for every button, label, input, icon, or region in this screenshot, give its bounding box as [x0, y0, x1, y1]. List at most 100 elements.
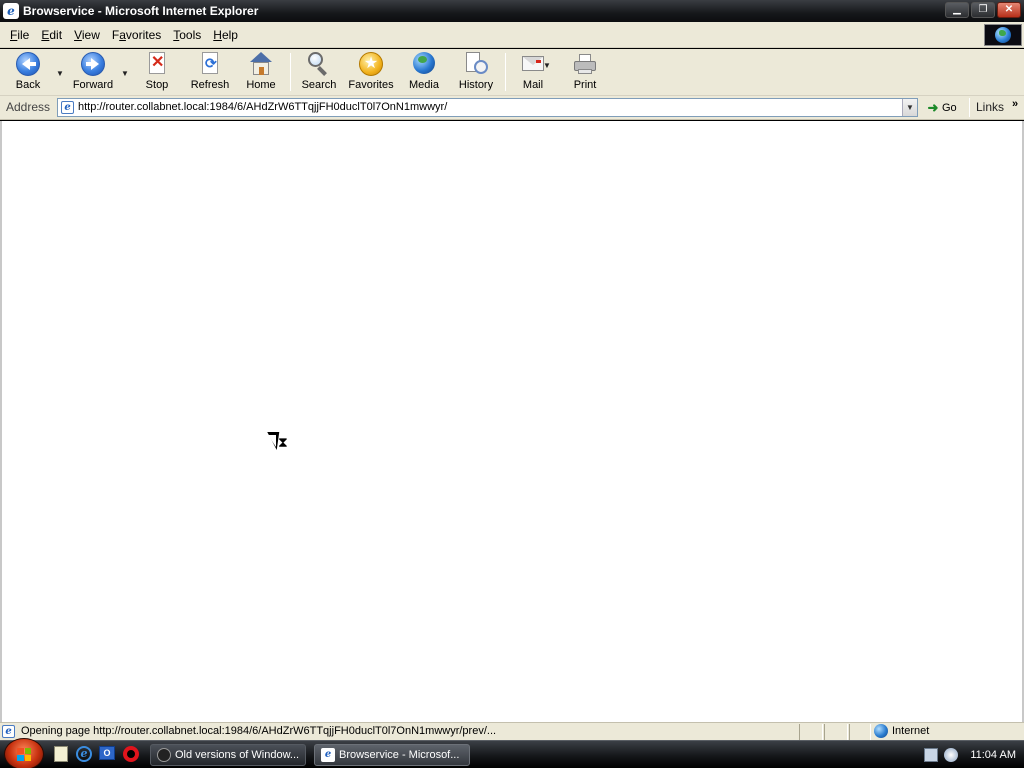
- menu-view-accel: V: [74, 27, 82, 42]
- window-title: Browservice - Microsoft Internet Explore…: [23, 4, 259, 18]
- page-content[interactable]: ⧗: [0, 121, 1024, 722]
- menu-help-label: elp: [221, 27, 238, 42]
- home-button[interactable]: Home: [245, 51, 277, 93]
- ie-app-icon[interactable]: e: [3, 3, 19, 19]
- close-button[interactable]: ✕: [997, 2, 1021, 18]
- windows-throbber-logo: [984, 24, 1022, 46]
- links-separator: [969, 98, 970, 117]
- address-url[interactable]: http://router.collabnet.local:1984/6/AHd…: [78, 101, 447, 113]
- home-icon: [247, 51, 275, 77]
- print-button[interactable]: Print: [570, 51, 600, 93]
- mail-label: Mail: [522, 79, 544, 91]
- mail-dropdown-icon[interactable]: ▼: [543, 61, 551, 70]
- busy-cursor-icon: ⧗: [264, 432, 292, 454]
- media-label: Media: [409, 79, 439, 91]
- history-label: History: [458, 79, 494, 91]
- favorites-button[interactable]: ★ Favorites: [346, 51, 396, 93]
- hourglass-icon: ⧗: [278, 434, 288, 450]
- home-label: Home: [246, 79, 276, 91]
- chevron-right-icon[interactable]: »: [1012, 98, 1018, 110]
- back-dropdown-icon[interactable]: ▼: [56, 69, 64, 78]
- forward-label: Forward: [72, 79, 114, 91]
- go-label: Go: [942, 101, 957, 114]
- taskbar-item-browservice[interactable]: e Browservice - Microsof...: [314, 744, 470, 766]
- menu-view-label: iew: [81, 27, 100, 42]
- menu-favorites-accel: a: [119, 27, 126, 42]
- security-zone[interactable]: Internet: [874, 724, 929, 738]
- window-controls: ▁ ❐ ✕: [945, 2, 1021, 18]
- history-button[interactable]: History: [456, 51, 496, 93]
- refresh-icon: ⟳: [196, 51, 224, 77]
- menu-favorites[interactable]: Favorites: [106, 28, 167, 42]
- go-arrow-icon: ➜: [927, 99, 939, 115]
- go-button[interactable]: ➜ Go: [926, 98, 957, 117]
- links-button[interactable]: Links: [976, 100, 1004, 114]
- menu-file-label: ile: [17, 27, 30, 42]
- menu-view[interactable]: View: [68, 28, 106, 42]
- page-icon: e: [61, 101, 74, 114]
- taskbar-item-label: Browservice - Microsof...: [339, 749, 460, 761]
- back-button[interactable]: Back: [8, 51, 48, 93]
- print-label: Print: [573, 79, 597, 91]
- menu-favorites-label: vorites: [125, 27, 162, 42]
- menu-help-accel: H: [213, 27, 222, 42]
- start-button[interactable]: [4, 738, 44, 768]
- favorites-label: Favorites: [348, 79, 394, 91]
- windows-flag-icon: [17, 748, 31, 761]
- address-bar: Address e http://router.collabnet.local:…: [0, 96, 1024, 120]
- forward-dropdown-icon[interactable]: ▼: [121, 69, 129, 78]
- stop-icon: ✕: [143, 51, 171, 77]
- menu-bar: File Edit View Favorites Tools Help: [0, 22, 1024, 48]
- volume-icon[interactable]: [944, 748, 959, 762]
- status-bar: e Opening page http://router.collabnet.l…: [0, 722, 1024, 740]
- search-button[interactable]: Search: [301, 51, 337, 93]
- back-label: Back: [15, 79, 41, 91]
- quicklaunch-opera-icon[interactable]: [123, 746, 141, 764]
- status-text: Opening page http://router.collabnet.loc…: [21, 725, 497, 737]
- menu-file[interactable]: File: [4, 28, 35, 42]
- toolbar-separator: [505, 53, 506, 91]
- toolbar-separator: [290, 53, 291, 91]
- search-icon: [305, 51, 333, 77]
- taskbar: e O Old versions of Window... e Browserv…: [0, 738, 1024, 768]
- mail-button[interactable]: Mail: [518, 51, 548, 93]
- ie-icon: e: [321, 748, 335, 762]
- system-tray: 11:04 AM: [924, 741, 1024, 768]
- address-input[interactable]: e http://router.collabnet.local:1984/6/A…: [57, 98, 918, 117]
- status-pane: [849, 724, 871, 740]
- refresh-label: Refresh: [190, 79, 230, 91]
- clock[interactable]: 11:04 AM: [970, 749, 1016, 761]
- menu-edit-label: dit: [49, 27, 63, 42]
- menu-help[interactable]: Help: [207, 28, 244, 42]
- maximize-button[interactable]: ❐: [971, 2, 995, 18]
- network-icon[interactable]: [924, 748, 939, 762]
- menu-edit[interactable]: Edit: [35, 28, 68, 42]
- status-pane: [824, 724, 848, 740]
- status-pane: [799, 724, 823, 740]
- standard-toolbar: Back ▼ Forward ▼ ✕ Stop ⟳ Refresh Home S…: [0, 49, 1024, 96]
- taskbar-item-explorer[interactable]: Old versions of Window...: [150, 744, 306, 766]
- quicklaunch-ie-icon[interactable]: e: [76, 746, 94, 764]
- stop-button[interactable]: ✕ Stop: [141, 51, 173, 93]
- forward-button[interactable]: Forward: [70, 51, 116, 93]
- explorer-icon: [157, 748, 171, 762]
- menu-tools-label: ools: [179, 27, 202, 42]
- media-button[interactable]: Media: [407, 51, 441, 93]
- menu-tools[interactable]: Tools: [167, 28, 207, 42]
- quicklaunch-notes-icon[interactable]: [54, 746, 72, 764]
- printer-icon: [571, 51, 599, 77]
- refresh-button[interactable]: ⟳ Refresh: [188, 51, 232, 93]
- title-bar: e Browservice - Microsoft Internet Explo…: [0, 0, 1024, 22]
- minimize-button[interactable]: ▁: [945, 2, 969, 18]
- quicklaunch-outlook-icon[interactable]: O: [99, 746, 117, 764]
- address-dropdown-icon[interactable]: ▼: [902, 99, 917, 116]
- taskbar-item-label: Old versions of Window...: [175, 749, 300, 761]
- forward-arrow-icon: [79, 51, 107, 77]
- globe-icon: [995, 27, 1011, 43]
- star-icon: ★: [357, 51, 385, 77]
- address-label: Address: [6, 100, 51, 114]
- page-loading-icon: e: [2, 725, 15, 738]
- internet-globe-icon: [874, 724, 888, 738]
- zone-label: Internet: [892, 725, 930, 737]
- search-label: Search: [301, 79, 337, 91]
